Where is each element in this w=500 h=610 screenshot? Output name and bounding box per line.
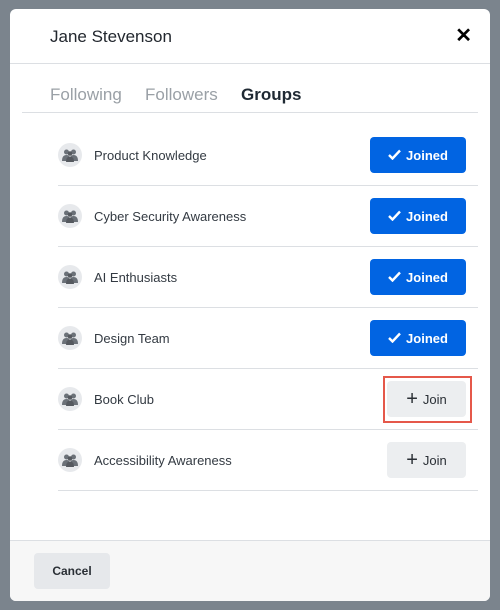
group-row: Product Knowledge Joined	[58, 125, 478, 186]
join-button[interactable]: + Join	[387, 442, 466, 478]
tab-bar: Following Followers Groups	[22, 65, 478, 113]
close-icon[interactable]: ✕	[455, 23, 472, 48]
join-button[interactable]: + Join	[387, 381, 466, 417]
group-icon	[58, 265, 82, 289]
group-row: Accessibility Awareness + Join	[58, 430, 478, 491]
group-name: Cyber Security Awareness	[94, 209, 247, 224]
group-icon	[58, 143, 82, 167]
button-label: Joined	[406, 330, 448, 346]
button-label: Join	[422, 391, 447, 407]
group-name: Book Club	[94, 392, 154, 407]
check-icon	[388, 270, 401, 285]
joined-button[interactable]: Joined	[370, 198, 466, 234]
group-name: Design Team	[94, 331, 170, 346]
check-icon	[388, 148, 401, 163]
group-icon	[58, 387, 82, 411]
plus-icon: +	[406, 388, 418, 410]
group-icon	[58, 448, 82, 472]
tab-followers[interactable]: Followers	[145, 85, 218, 105]
group-row: Design Team Joined	[58, 308, 478, 369]
tab-groups[interactable]: Groups	[241, 85, 301, 105]
button-label: Joined	[406, 269, 448, 285]
modal-header: Jane Stevenson ✕	[10, 9, 490, 64]
group-row: Cyber Security Awareness Joined	[58, 186, 478, 247]
joined-button[interactable]: Joined	[370, 137, 466, 173]
button-label: Joined	[406, 147, 448, 163]
group-icon	[58, 326, 82, 350]
tab-following[interactable]: Following	[50, 85, 122, 105]
check-icon	[388, 331, 401, 346]
group-icon	[58, 204, 82, 228]
modal-title: Jane Stevenson	[50, 27, 172, 46]
group-name: AI Enthusiasts	[94, 270, 178, 285]
modal-footer: Cancel	[10, 540, 490, 601]
group-name: Accessibility Awareness	[94, 453, 232, 468]
group-row: Book Club + Join	[58, 369, 478, 430]
button-label: Join	[422, 452, 447, 468]
check-icon	[388, 209, 401, 224]
button-label: Joined	[406, 208, 448, 224]
cancel-button[interactable]: Cancel	[34, 553, 110, 589]
group-name: Product Knowledge	[94, 148, 207, 163]
group-list: Product Knowledge Joined Cyber Security …	[58, 125, 478, 491]
group-modal: Jane Stevenson ✕ Following Followers Gro…	[10, 9, 490, 601]
group-row: AI Enthusiasts Joined	[58, 247, 478, 308]
plus-icon: +	[406, 449, 418, 471]
joined-button[interactable]: Joined	[370, 259, 466, 295]
joined-button[interactable]: Joined	[370, 320, 466, 356]
